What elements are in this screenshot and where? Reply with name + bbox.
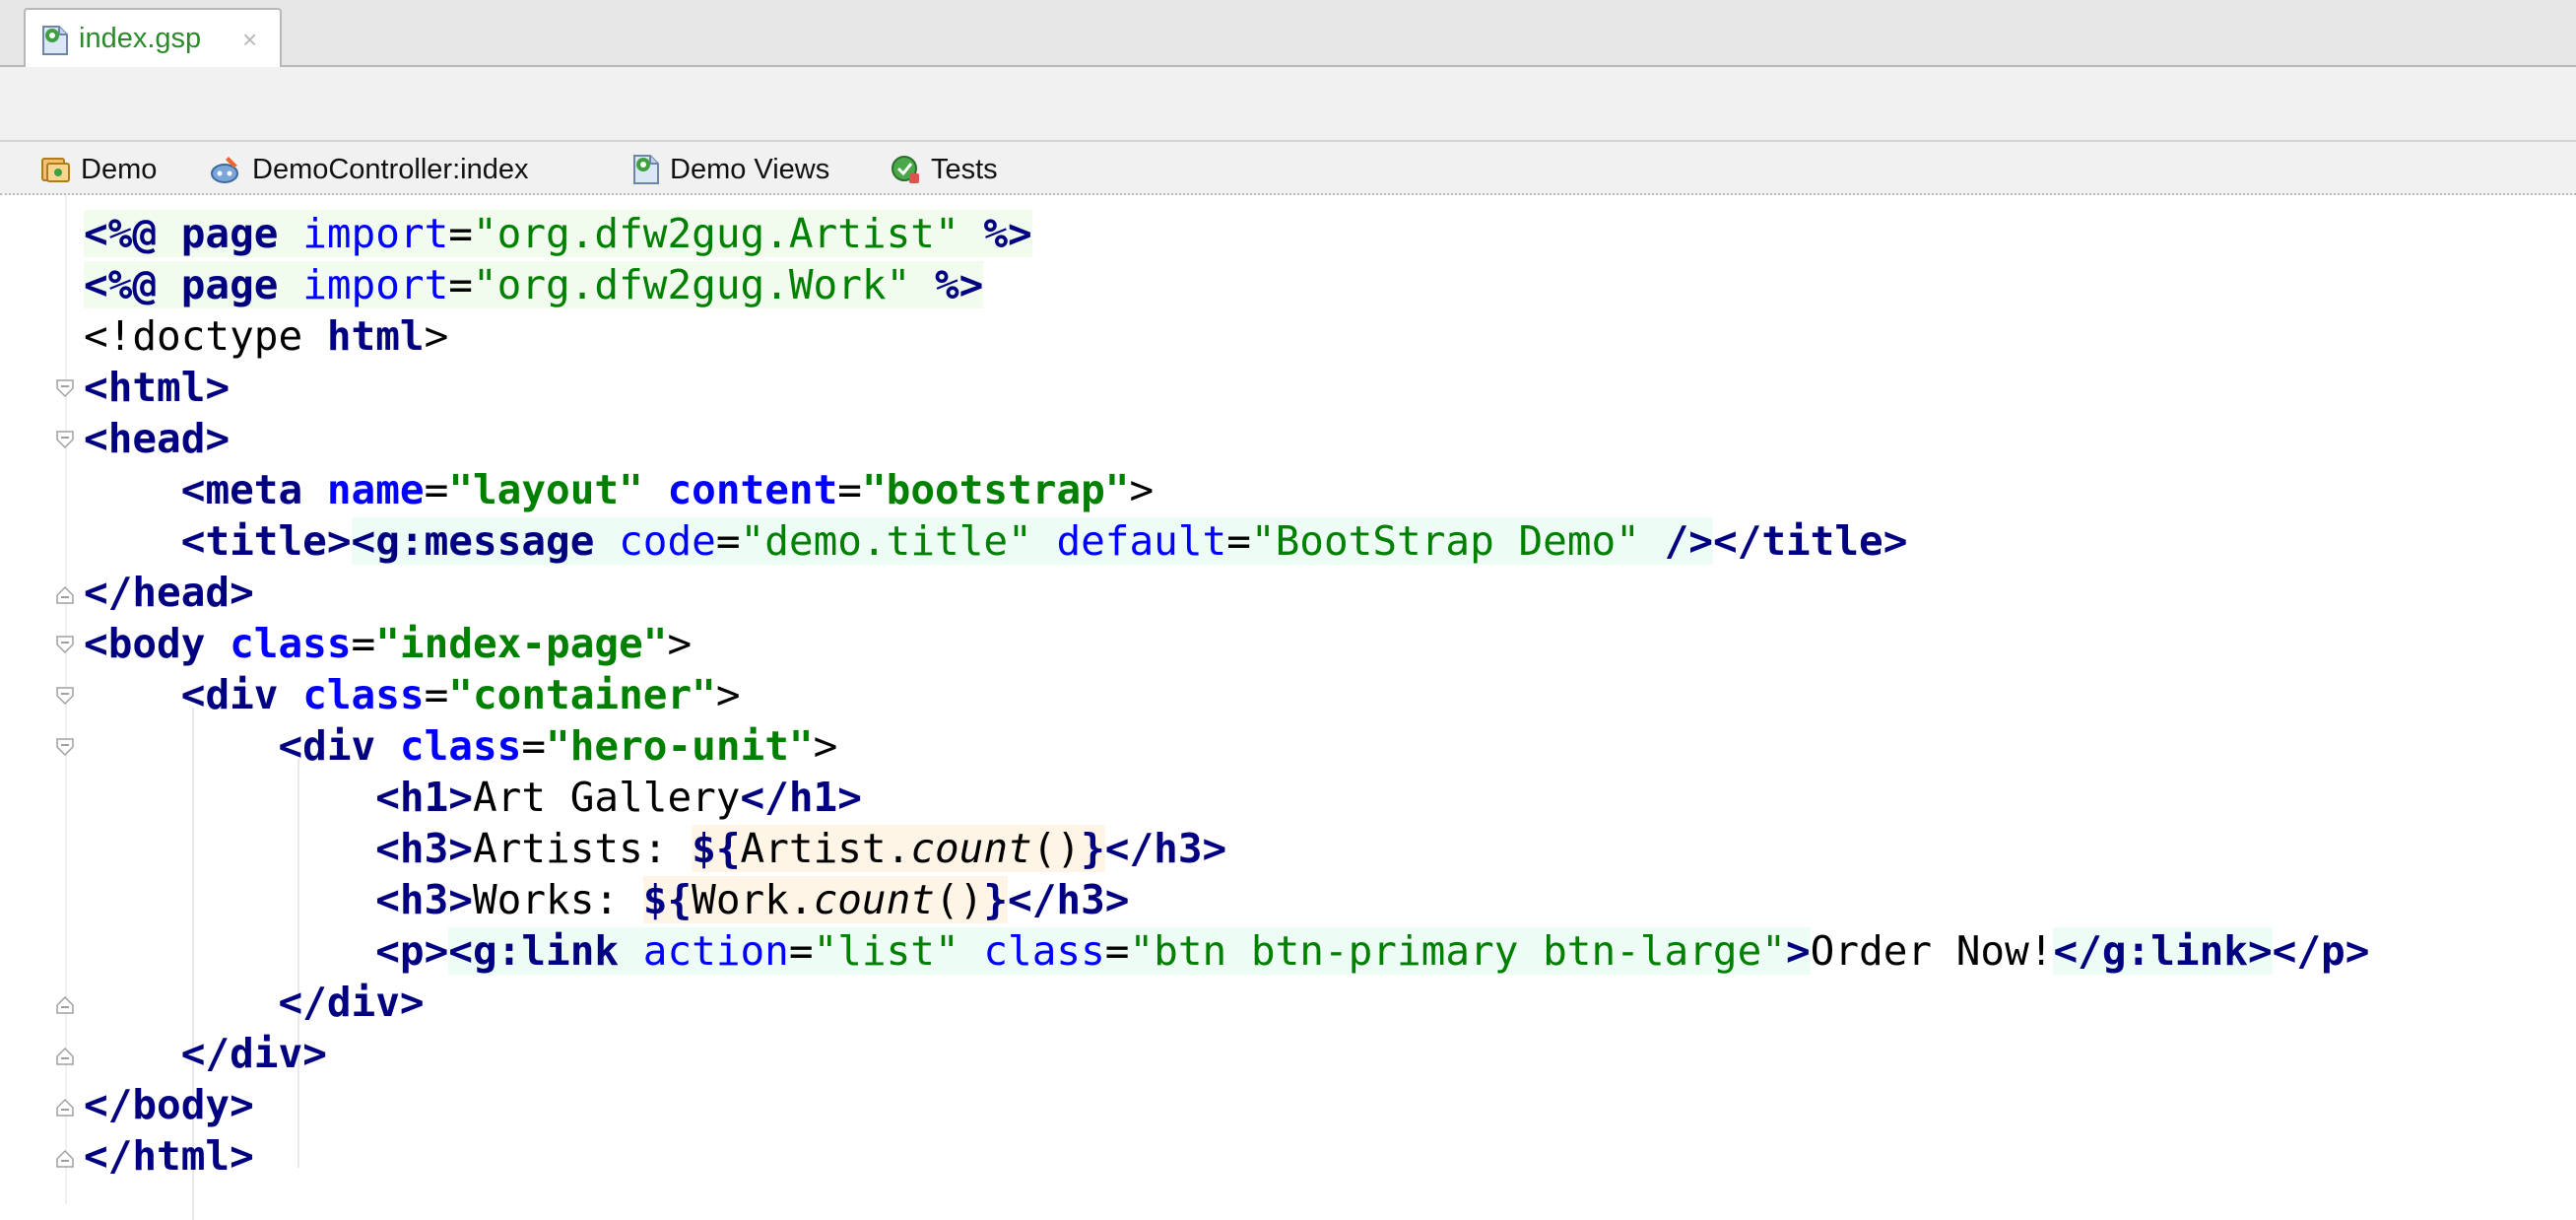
navigation-bar: Demo DemoController:index Demo Views Tes…: [0, 142, 2576, 195]
project-icon: [41, 158, 70, 182]
code-line-15: <p><g:link action="list" class="btn btn-…: [375, 927, 2370, 975]
code-line-3: <!doctype html>: [84, 312, 449, 360]
fold-marker-close-icon[interactable]: [55, 1045, 75, 1066]
code-editor[interactable]: <%@ page import="org.dfw2gug.Artist" %> …: [0, 195, 2576, 1220]
code-line-6: <meta name="layout" content="bootstrap">: [180, 466, 1155, 513]
editor-toolbar: [0, 67, 2576, 142]
tab-close-icon[interactable]: ×: [242, 25, 257, 55]
editor-tab-bar: index.gsp ×: [0, 0, 2576, 67]
nav-item-label: Demo Views: [670, 153, 830, 185]
code-line-10: <div class="container">: [180, 671, 741, 718]
code-line-1: <%@ page import="org.dfw2gug.Artist" %>: [84, 210, 1032, 257]
tab-index-gsp[interactable]: index.gsp ×: [24, 8, 282, 67]
code-line-9: <body class="index-page">: [84, 620, 693, 667]
code-line-14: <h3>Works: ${Work.count()}</h3>: [375, 876, 1130, 923]
gsp-file-icon: [42, 26, 68, 55]
code-line-7: <title><g:message code="demo.title" defa…: [180, 517, 1908, 565]
fold-marker-close-icon[interactable]: [55, 1147, 75, 1169]
tests-icon: [892, 156, 919, 183]
code-line-5: <head>: [84, 415, 231, 462]
fold-marker-open-icon[interactable]: [55, 430, 75, 451]
code-line-16: </div>: [278, 979, 425, 1026]
fold-marker-open-icon[interactable]: [55, 378, 75, 400]
nav-item-label: Tests: [931, 153, 998, 185]
nav-item-demo-views[interactable]: Demo Views: [632, 152, 829, 187]
nav-item-demo[interactable]: Demo: [39, 152, 157, 187]
controller-icon: [211, 157, 238, 183]
fold-marker-close-icon[interactable]: [55, 993, 75, 1015]
fold-marker-close-icon[interactable]: [55, 1096, 75, 1118]
code-line-12: <h1>Art Gallery</h1>: [375, 774, 862, 821]
nav-item-label: DemoController:index: [252, 153, 529, 185]
views-icon: [633, 155, 659, 184]
code-line-4: <html>: [84, 364, 231, 411]
nav-item-democontroller[interactable]: DemoController:index: [209, 152, 528, 187]
code-line-17: </div>: [180, 1030, 327, 1077]
tab-label: index.gsp: [79, 23, 202, 54]
code-line-19: </html>: [84, 1132, 254, 1180]
fold-marker-open-icon[interactable]: [55, 737, 75, 759]
nav-item-tests[interactable]: Tests: [890, 152, 998, 187]
code-line-2: <%@ page import="org.dfw2gug.Work" %>: [84, 261, 984, 308]
code-line-8: </head>: [84, 569, 254, 616]
nav-item-label: Demo: [81, 153, 158, 185]
fold-marker-open-icon[interactable]: [55, 635, 75, 656]
code-line-13: <h3>Artists: ${Artist.count()}</h3>: [375, 825, 1227, 872]
code-line-11: <div class="hero-unit">: [278, 722, 838, 770]
fold-marker-close-icon[interactable]: [55, 583, 75, 605]
code-line-18: </body>: [84, 1081, 254, 1128]
fold-marker-open-icon[interactable]: [55, 686, 75, 708]
